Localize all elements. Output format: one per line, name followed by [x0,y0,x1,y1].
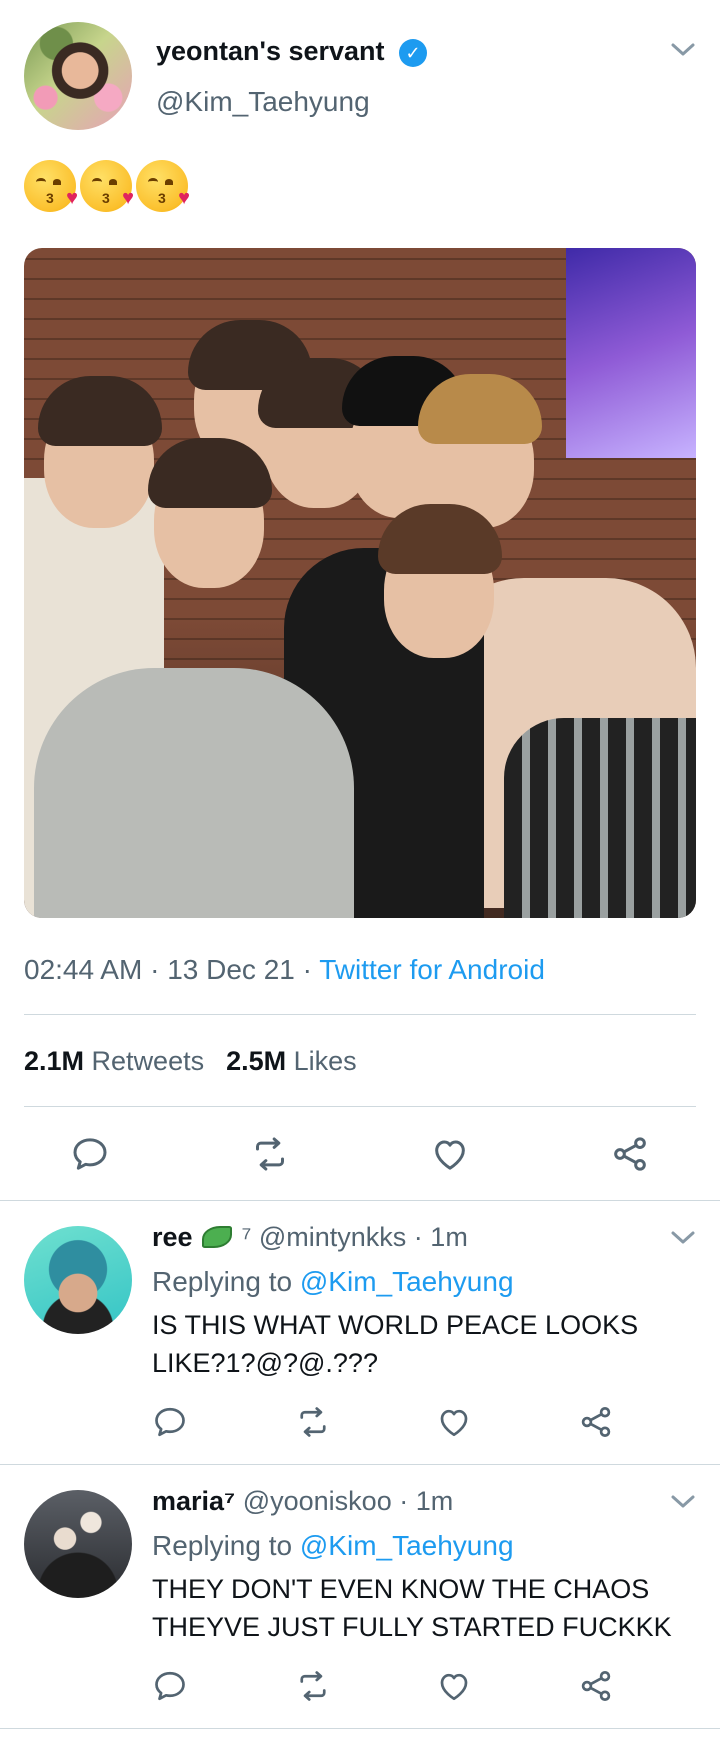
leaf-emoji [202,1226,233,1248]
reply-action-bar [0,1668,720,1712]
reply-avatar[interactable] [24,1490,132,1598]
replying-to-line: Replying to @Kim_Taehyung [152,1266,514,1298]
tweet-source-link[interactable]: Twitter for Android [319,954,545,985]
replying-prefix: Replying to [152,1530,300,1561]
retweet-icon[interactable] [295,1668,331,1704]
like-icon[interactable] [436,1404,472,1440]
like-icon[interactable] [436,1668,472,1704]
reply-avatar[interactable] [24,1226,132,1334]
reply-text: THEY DON'T EVEN KNOW THE CHAOS THEYVE JU… [152,1574,672,1642]
reply-time[interactable]: 1m [416,1486,454,1516]
divider [0,1728,720,1729]
tweet-photo[interactable] [24,248,696,918]
kissing-face-heart-emoji: 3 [136,160,190,212]
reply-icon[interactable] [152,1404,188,1440]
divider [0,1200,720,1201]
reply-menu-chevron-down-icon[interactable] [670,1492,696,1512]
like-icon[interactable] [430,1134,470,1174]
share-icon[interactable] [578,1404,614,1440]
reply-name-suffix: ⁷ [234,1222,252,1252]
retweet-icon[interactable] [295,1404,331,1440]
retweets-stat[interactable]: 2.1M Retweets [24,1046,204,1076]
reply-author-handle[interactable]: @mintynkks [259,1222,406,1252]
likes-count: 2.5M [226,1046,287,1076]
author-avatar[interactable] [24,22,132,130]
photo-figure [504,718,696,918]
likes-stat[interactable]: 2.5M Likes [226,1046,357,1076]
reply-action-bar [0,1404,720,1448]
photo-hair [38,376,162,446]
tweet-time[interactable]: 02:44 AM [24,954,142,985]
divider [0,1464,720,1465]
replying-to-mention[interactable]: @Kim_Taehyung [300,1266,514,1297]
reply-author-name[interactable]: ree [152,1222,193,1252]
reply-author-handle[interactable]: @yooniskoo [243,1486,392,1516]
meta-separator: · [142,954,168,985]
replying-prefix: Replying to [152,1266,300,1297]
header-separator: · [391,1486,416,1516]
replying-to-line: Replying to @Kim_Taehyung [152,1530,514,1562]
reply-header: maria⁷ @yooniskoo · 1m [152,1486,453,1517]
divider [24,1014,696,1015]
tweet-menu-chevron-down-icon[interactable] [670,40,696,60]
kissing-face-heart-emoji: 3 [80,160,134,212]
photo-figure [34,668,354,918]
reply-menu-chevron-down-icon[interactable] [670,1228,696,1248]
meta-separator: · [294,954,320,985]
tweet-text-emojis: 3 3 3 [24,160,190,212]
author-handle[interactable]: @Kim_Taehyung [156,86,370,118]
likes-label: Likes [293,1046,357,1076]
share-icon[interactable] [578,1668,614,1704]
verified-badge-icon: ✓ [399,39,427,67]
tweet-action-bar [0,1128,720,1178]
photo-background-banner [566,248,696,458]
header-separator: · [406,1222,431,1252]
retweets-count: 2.1M [24,1046,85,1076]
kissing-face-heart-emoji: 3 [24,160,78,212]
tweet-timestamp-line: 02:44 AM · 13 Dec 21 · Twitter for Andro… [24,954,545,986]
share-icon[interactable] [610,1134,650,1174]
reply-author-name[interactable]: maria⁷ [152,1486,235,1516]
retweets-label: Retweets [91,1046,205,1076]
reply-text: IS THIS WHAT WORLD PEACE LOOKS LIKE?1?@?… [152,1310,639,1378]
author-display-name[interactable]: yeontan's servant [156,36,385,67]
reply-icon[interactable] [70,1134,110,1174]
reply-icon[interactable] [152,1668,188,1704]
engagement-counts: 2.1M Retweets 2.5M Likes [24,1046,357,1077]
replying-to-mention[interactable]: @Kim_Taehyung [300,1530,514,1561]
retweet-icon[interactable] [250,1134,290,1174]
tweet-date[interactable]: 13 Dec 21 [167,954,295,985]
divider [24,1106,696,1107]
reply-header: ree ⁷ @mintynkks · 1m [152,1222,468,1253]
reply-time[interactable]: 1m [430,1222,468,1252]
